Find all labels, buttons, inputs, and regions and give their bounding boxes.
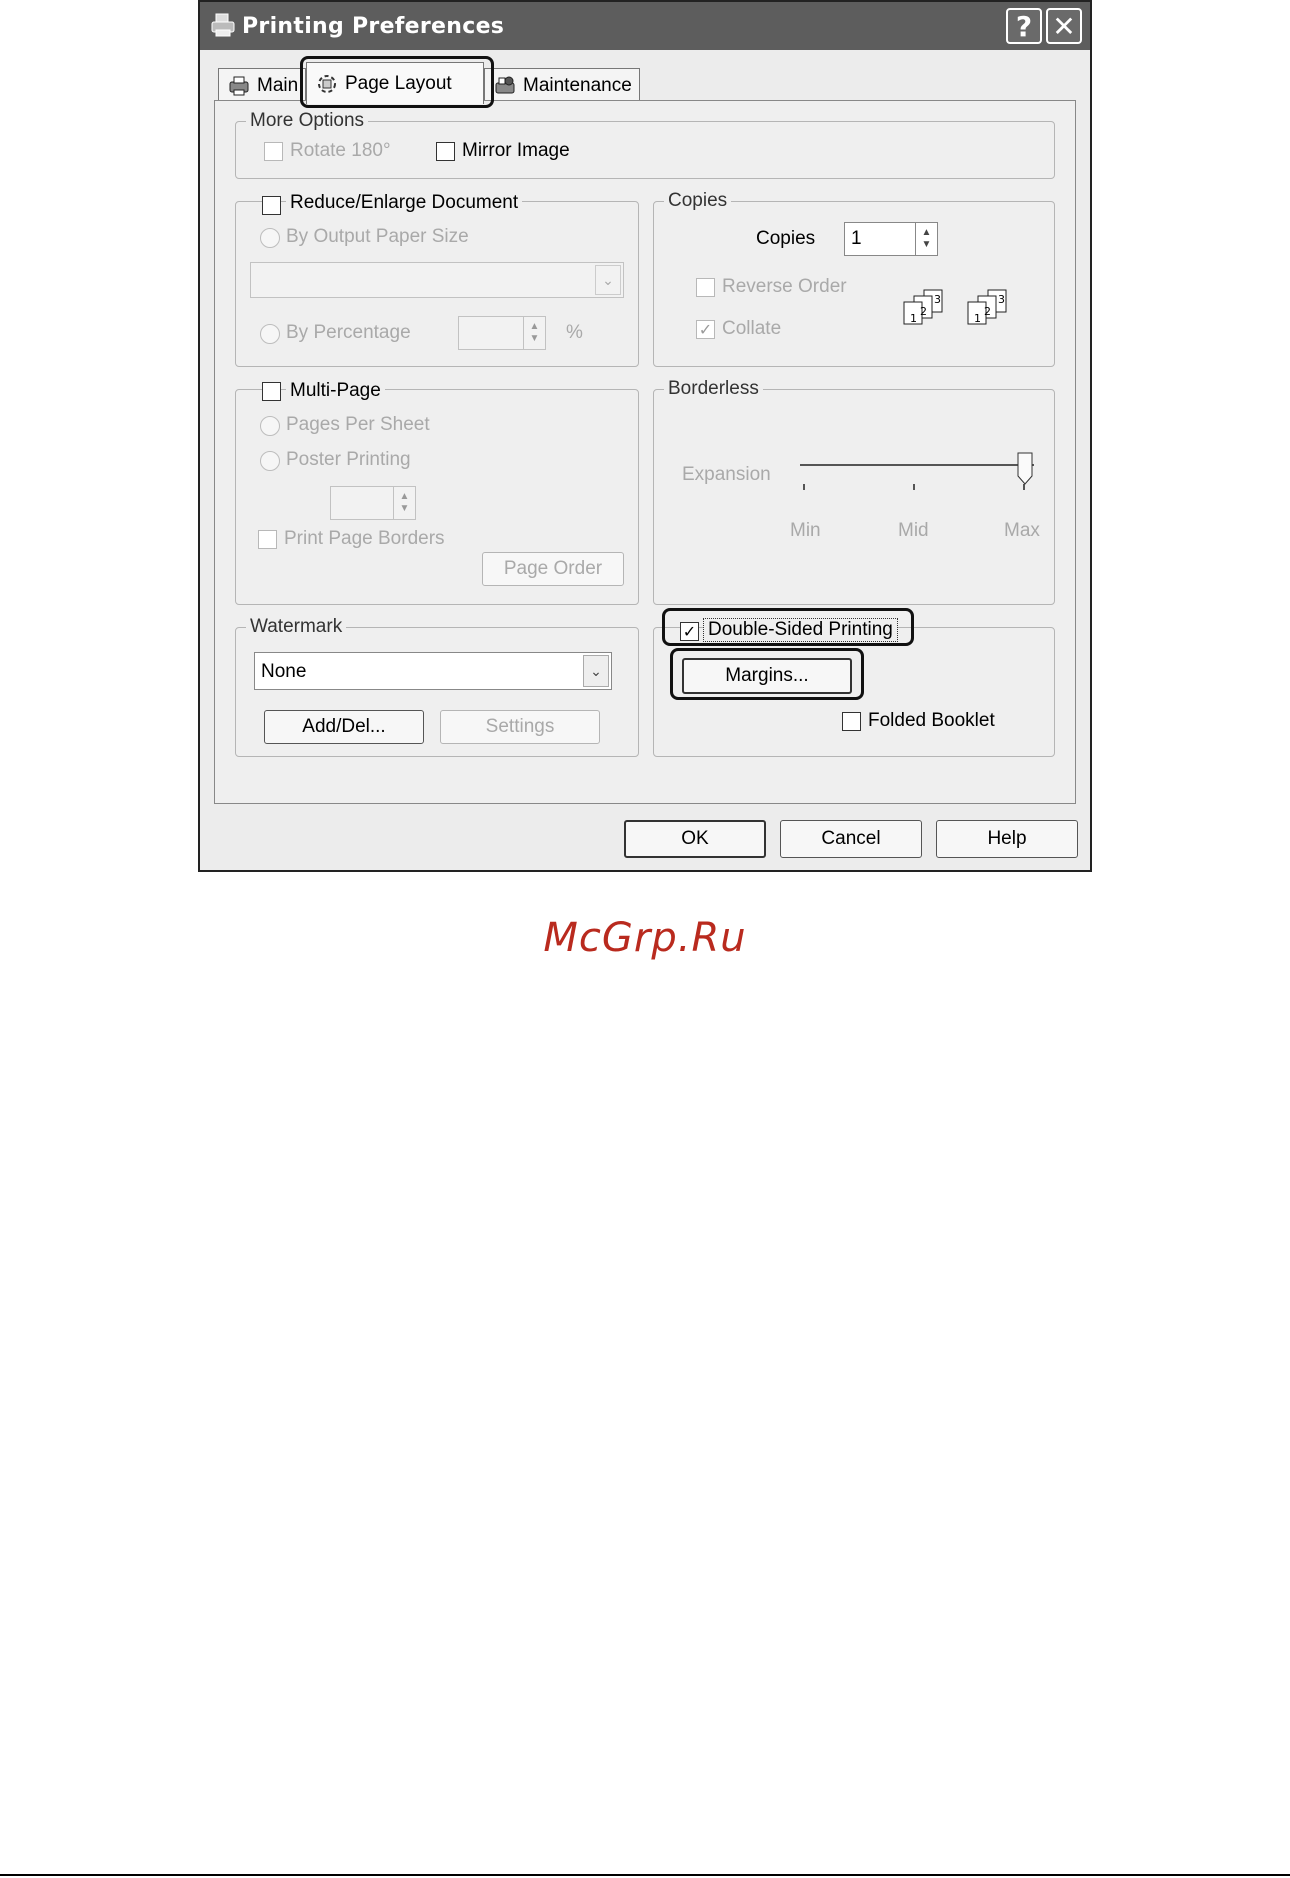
reverse-order-checkbox[interactable] [696, 278, 715, 297]
copies-spinner[interactable]: 1 ▲ ▼ [844, 222, 938, 256]
settings-button[interactable]: Settings [440, 710, 600, 744]
multi-page-spinner[interactable]: ▲ ▼ [330, 486, 416, 520]
page-layout-tab-icon [318, 74, 336, 93]
pages-per-sheet-label: Pages Per Sheet [286, 414, 430, 435]
watermark-chevron-down-icon[interactable]: ⌄ [583, 655, 609, 687]
copies-group-label: Copies [664, 190, 732, 212]
page-layout-panel: More Options Rotate 180° Mirror Image Re… [214, 100, 1076, 804]
folded-booklet-checkbox[interactable] [842, 712, 861, 731]
pages-per-sheet-radio[interactable] [260, 416, 280, 436]
svg-text:3: 3 [998, 293, 1005, 306]
copies-label: Copies [756, 228, 816, 249]
rotate-180-label: Rotate 180° [290, 140, 391, 161]
tab-main-label: Main [257, 74, 299, 96]
by-output-paper-size-radio[interactable] [260, 228, 280, 248]
help-button[interactable]: Help [936, 820, 1078, 858]
more-options-group: More Options Rotate 180° Mirror Image [235, 110, 1055, 179]
double-sided-checkbox[interactable]: ✓ [680, 622, 699, 641]
bottom-rule [0, 1874, 1290, 1876]
svg-text:1: 1 [910, 312, 917, 325]
by-percentage-radio[interactable] [260, 324, 280, 344]
page-order-button[interactable]: Page Order [482, 552, 624, 586]
svg-text:3: 3 [934, 293, 941, 306]
svg-text:2: 2 [920, 305, 927, 318]
tab-maintenance-label: Maintenance [523, 74, 632, 96]
page-watermark: McGrp.Ru [543, 915, 747, 961]
tab-page-layout-label: Page Layout [345, 72, 452, 94]
multi-page-checkbox[interactable] [262, 382, 281, 401]
printer-icon [211, 13, 235, 37]
slider-mid-label: Mid [898, 520, 929, 541]
watermark-group-label: Watermark [246, 616, 347, 638]
borderless-group: Borderless Expansion Min Mid Max [653, 378, 1055, 605]
print-page-borders-checkbox[interactable] [258, 530, 277, 549]
watermark-group: Watermark None ⌄ Add/Del... Settings [235, 616, 639, 757]
by-output-paper-size-label: By Output Paper Size [286, 226, 469, 247]
by-percentage-label: By Percentage [286, 322, 411, 343]
copies-value: 1 [851, 228, 862, 249]
add-del-button[interactable]: Add/Del... [264, 710, 424, 744]
reduce-enlarge-label: Reduce/Enlarge Document [286, 192, 523, 214]
poster-printing-radio[interactable] [260, 451, 280, 471]
rotate-180-checkbox[interactable] [264, 142, 283, 161]
slider-tick-min [803, 484, 805, 490]
printer-tab-icon [229, 76, 249, 95]
maintenance-tab-icon [495, 76, 515, 93]
collate-label: Collate [722, 318, 782, 339]
reverse-order-label: Reverse Order [722, 276, 847, 297]
paper-size-dropdown[interactable]: ⌄ [250, 262, 624, 298]
watermark-selected: None [261, 661, 307, 682]
help-title-button[interactable]: ? [1006, 8, 1042, 44]
reduce-enlarge-checkbox[interactable] [262, 196, 281, 215]
multi-page-spinner-arrows-icon[interactable]: ▲ ▼ [393, 487, 415, 519]
reduce-enlarge-group: Reduce/Enlarge Document By Output Paper … [235, 192, 639, 367]
copies-spinner-arrows-icon[interactable]: ▲ ▼ [915, 223, 937, 255]
slider-max-label: Max [1004, 520, 1040, 541]
close-title-button[interactable]: ✕ [1046, 8, 1082, 44]
window-title: Printing Preferences [242, 14, 505, 39]
reverse-stack-icon: 1 2 3 [967, 289, 1007, 325]
cancel-button[interactable]: Cancel [780, 820, 922, 858]
multi-page-group: Multi-Page Pages Per Sheet Poster Printi… [235, 380, 639, 605]
ok-button[interactable]: OK [624, 820, 766, 858]
svg-text:1: 1 [974, 312, 981, 325]
mirror-image-checkbox[interactable] [436, 142, 455, 161]
collate-checkbox[interactable]: ✓ [696, 320, 715, 339]
print-page-borders-label: Print Page Borders [284, 528, 445, 549]
watermark-dropdown[interactable]: None ⌄ [254, 652, 612, 690]
more-options-label: More Options [246, 110, 369, 132]
chevron-down-icon: ⌄ [595, 265, 621, 295]
multi-page-label: Multi-Page [286, 380, 385, 402]
tab-page-layout[interactable]: Page Layout [306, 62, 484, 104]
borderless-group-label: Borderless [664, 378, 763, 400]
expansion-label: Expansion [682, 464, 771, 485]
margins-highlight [670, 648, 864, 700]
printing-preferences-window: Printing Preferences ? ✕ Main Page Layou… [198, 0, 1092, 872]
double-sided-highlight [662, 608, 914, 646]
title-bar[interactable]: Printing Preferences ? ✕ [200, 2, 1090, 50]
expansion-slider-thumb[interactable] [1016, 452, 1034, 486]
percent-unit: % [566, 322, 583, 343]
spinner-arrows-icon[interactable]: ▲ ▼ [523, 317, 545, 349]
slider-min-label: Min [790, 520, 821, 541]
expansion-slider-track[interactable] [800, 464, 1034, 466]
poster-printing-label: Poster Printing [286, 449, 411, 470]
collate-stack-icon: 1 2 3 [903, 289, 943, 325]
tab-maintenance[interactable]: Maintenance [484, 68, 640, 102]
svg-text:2: 2 [984, 305, 991, 318]
folded-booklet-label: Folded Booklet [868, 710, 995, 731]
percentage-spinner[interactable]: ▲ ▼ [458, 316, 546, 350]
slider-tick-mid [913, 484, 915, 490]
tab-main[interactable]: Main [218, 68, 306, 102]
mirror-image-label: Mirror Image [462, 140, 570, 161]
copies-group: Copies Copies 1 ▲ ▼ Reverse Order ✓ Colla… [653, 190, 1055, 367]
